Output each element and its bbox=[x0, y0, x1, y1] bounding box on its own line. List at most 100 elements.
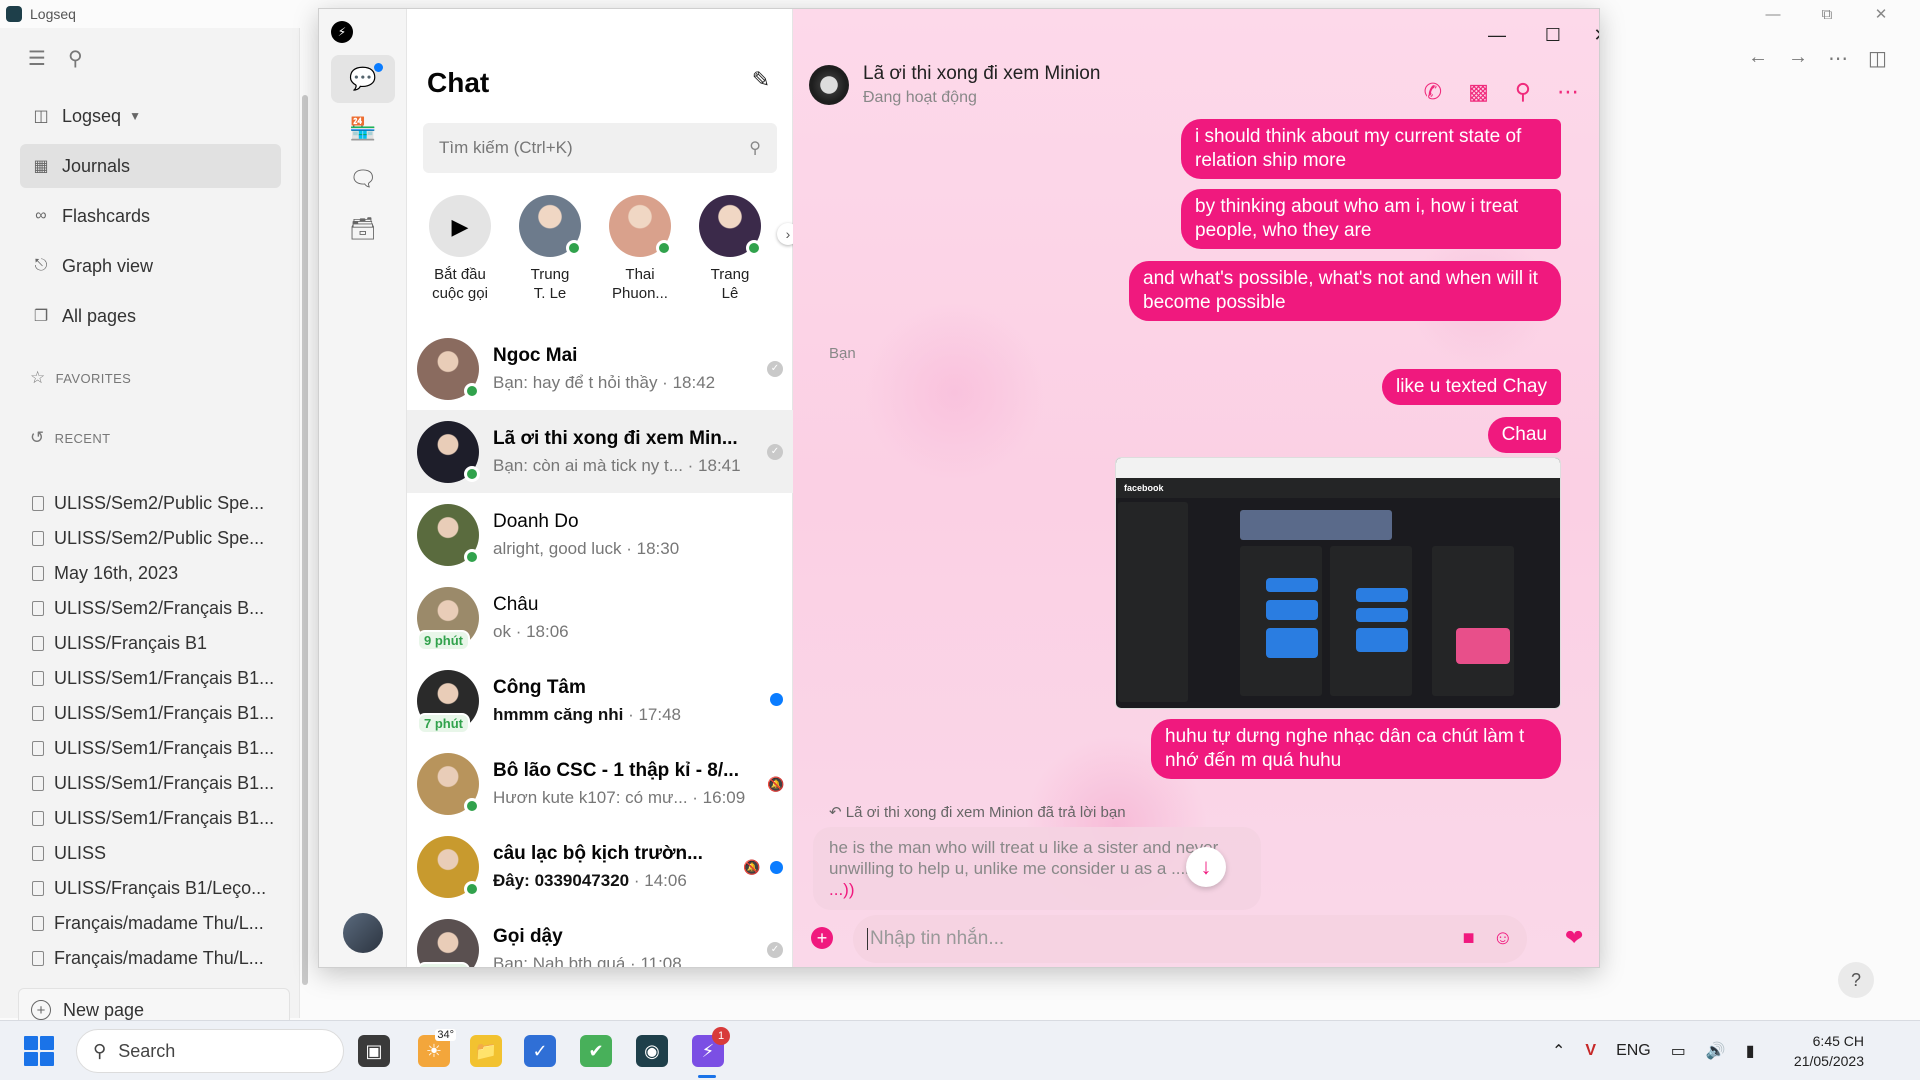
recent-page-item[interactable]: ULISS/Sem2/Public Spe... bbox=[32, 521, 282, 556]
app-icon-green[interactable]: ✔ bbox=[580, 1035, 612, 1067]
emoji-icon[interactable]: ☺ bbox=[1493, 927, 1513, 950]
active-contact[interactable]: Trung T. Le bbox=[511, 195, 589, 303]
page-icon bbox=[32, 811, 44, 826]
recent-page-item[interactable]: ULISS/Sem1/Français B1... bbox=[32, 766, 282, 801]
message-bubble[interactable]: huhu tự dưng nghe nhạc dân ca chút làm t… bbox=[1151, 719, 1561, 779]
sticker-icon[interactable]: ■ bbox=[1462, 927, 1474, 950]
messenger-taskbar-icon[interactable]: ⚡ 1 bbox=[692, 1027, 730, 1067]
more-icon[interactable]: ⋯ bbox=[1828, 46, 1848, 71]
conversation-item[interactable]: 7 phút Công Tâm hmmm căng nhi · 17:48 bbox=[407, 659, 793, 742]
battery-icon[interactable]: ▮ bbox=[1746, 1041, 1755, 1061]
chat-avatar[interactable] bbox=[809, 65, 849, 105]
phone-icon[interactable]: ✆ bbox=[1424, 79, 1442, 105]
conversation-snippet: Bạn: còn ai mà tick ny t... · 18:41 bbox=[493, 456, 755, 476]
message-bubble[interactable]: Chau bbox=[1487, 417, 1561, 453]
recent-page-item[interactable]: ULISS/Sem1/Français B1... bbox=[32, 661, 282, 696]
favorites-section[interactable]: ☆ FAVORITES bbox=[30, 368, 131, 388]
recent-label: RECENT bbox=[54, 430, 111, 446]
close-button[interactable]: ✕ bbox=[1856, 0, 1906, 28]
file-explorer-icon[interactable]: 📁 bbox=[470, 1035, 502, 1067]
recent-page-item[interactable]: ULISS/Sem1/Français B1... bbox=[32, 801, 282, 836]
recent-page-item[interactable]: ULISS/Français B1 bbox=[32, 626, 282, 661]
recent-page-item[interactable]: ULISS/Sem1/Français B1... bbox=[32, 731, 282, 766]
nav-flashcards[interactable]: ∞ Flashcards bbox=[20, 194, 281, 238]
language-indicator[interactable]: ENG bbox=[1616, 1042, 1651, 1060]
recent-page-item[interactable]: Français/madame Thu/L... bbox=[32, 941, 282, 976]
windows-start-button[interactable] bbox=[24, 1036, 54, 1066]
chat-header[interactable]: Lã ơi thi xong đi xem Minion Đang hoạt đ… bbox=[809, 63, 1100, 107]
network-icon[interactable]: ▭ bbox=[1671, 1041, 1686, 1061]
nav-journals[interactable]: ▦ Journals bbox=[20, 144, 281, 188]
active-contact[interactable]: Thai Phuon... bbox=[601, 195, 679, 303]
snippet-text: ok bbox=[493, 621, 511, 641]
nav-all-pages[interactable]: ❐ All pages bbox=[20, 294, 281, 338]
volume-icon[interactable]: 🔊 bbox=[1706, 1041, 1726, 1061]
add-attachment-icon[interactable]: + bbox=[811, 927, 833, 949]
taskbar-clock[interactable]: 6:45 CH 21/05/2023 bbox=[1778, 1031, 1864, 1071]
conversation-text: Lã ơi thi xong đi xem Min... Bạn: còn ai … bbox=[493, 428, 755, 476]
conversation-snippet: Hươn kute k107: có mư... · 16:09 bbox=[493, 788, 755, 808]
nav-graph-view[interactable]: ⎋ Graph view bbox=[20, 244, 281, 288]
recent-page-item[interactable]: ULISS/Sem2/Public Spe... bbox=[32, 486, 282, 521]
recent-page-item[interactable]: ULISS/Sem1/Français B1... bbox=[32, 696, 282, 731]
restore-button[interactable]: ⧉ bbox=[1802, 0, 1852, 28]
conversation-avatar bbox=[417, 337, 480, 400]
contact-avatar bbox=[699, 195, 762, 257]
recent-page-item[interactable]: ULISS/Français B1/Leço... bbox=[32, 871, 282, 906]
rail-marketplace-button[interactable]: 🏪 bbox=[331, 105, 395, 153]
back-arrow-icon[interactable]: ← bbox=[1748, 46, 1768, 71]
tray-app-icon[interactable]: V bbox=[1585, 1042, 1596, 1060]
shared-screenshot-image[interactable]: facebook bbox=[1115, 457, 1561, 709]
help-button[interactable]: ? bbox=[1838, 962, 1874, 998]
recent-page-item[interactable]: ULISS bbox=[32, 836, 282, 871]
message-bubble[interactable]: i should think about my current state of… bbox=[1181, 119, 1561, 179]
self-avatar[interactable] bbox=[343, 913, 383, 953]
conversation-item[interactable]: Ngoc Mai Bạn: hay để t hỏi thầy · 18:42 ✓ bbox=[407, 327, 793, 410]
conversation-item[interactable]: 9 phút Châu ok · 18:06 bbox=[407, 576, 793, 659]
recent-page-item[interactable]: ULISS/Sem2/Français B... bbox=[32, 591, 282, 626]
taskbar-search[interactable]: ⚲ Search bbox=[76, 1029, 344, 1073]
story-label-line2: T. Le bbox=[533, 285, 567, 302]
search-icon[interactable]: ⚲ bbox=[68, 46, 83, 71]
forward-arrow-icon[interactable]: → bbox=[1788, 46, 1808, 71]
rail-archive-button[interactable]: 🗃 bbox=[331, 205, 395, 253]
conversation-item[interactable]: Bô lão CSC - 1 thập kỉ - 8/... Hươn kute … bbox=[407, 742, 793, 825]
scroll-to-bottom-button[interactable]: ↓ bbox=[1186, 847, 1226, 887]
sidebar-scrollbar[interactable] bbox=[302, 95, 308, 985]
minimize-button[interactable]: — bbox=[1469, 17, 1525, 53]
conversation-text: câu lạc bộ kịch trườn... Đây: 0339047320 … bbox=[493, 843, 755, 891]
rail-chats-button[interactable]: 💬 bbox=[331, 55, 395, 103]
video-call-icon[interactable]: ▩ bbox=[1468, 79, 1489, 105]
weather-widget-icon[interactable]: ☀ 34° bbox=[418, 1029, 456, 1067]
right-sidebar-toggle-icon[interactable]: ◫ bbox=[1868, 46, 1887, 71]
search-icon[interactable]: ⚲ bbox=[1515, 79, 1531, 105]
task-view-icon[interactable]: ▣ bbox=[358, 1035, 390, 1067]
close-button[interactable]: ✕ bbox=[1573, 17, 1599, 53]
more-icon[interactable]: ⋯ bbox=[1557, 79, 1579, 105]
recent-page-item[interactable]: May 16th, 2023 bbox=[32, 556, 282, 591]
minimize-button[interactable]: — bbox=[1748, 0, 1798, 28]
sidebar-top-icons: ☰ ⚲ bbox=[28, 46, 83, 71]
menu-icon[interactable]: ☰ bbox=[28, 46, 46, 71]
recent-page-item[interactable]: Français/madame Thu/L... bbox=[32, 906, 282, 941]
todo-app-icon[interactable]: ✓ bbox=[524, 1035, 556, 1067]
message-bubble[interactable]: and what's possible, what's not and when… bbox=[1129, 261, 1561, 321]
conversation-item[interactable]: câu lạc bộ kịch trườn... Đây: 0339047320 … bbox=[407, 825, 793, 908]
conversation-item[interactable]: 6 phút Gọi dậy Bạn: Nah bth quá · 11:08 ✓ bbox=[407, 908, 793, 967]
compose-icon[interactable]: ✎ bbox=[747, 67, 775, 95]
graph-selector[interactable]: ◫ Logseq ▼ bbox=[20, 94, 281, 138]
search-input[interactable]: Tìm kiếm (Ctrl+K) ⚲ bbox=[423, 123, 777, 173]
logseq-taskbar-icon[interactable]: ◉ bbox=[636, 1035, 668, 1067]
message-bubble[interactable]: by thinking about who am i, how i treat … bbox=[1181, 189, 1561, 249]
message-input[interactable]: Nhập tin nhắn... ■ ☺ bbox=[853, 915, 1527, 963]
message-bubble[interactable]: like u texted Chay bbox=[1381, 369, 1561, 405]
chevron-up-icon[interactable]: ⌃ bbox=[1552, 1041, 1565, 1061]
heart-reaction-icon[interactable]: ❤ bbox=[1565, 925, 1583, 951]
conversation-item[interactable]: Doanh Do alright, good luck · 18:30 bbox=[407, 493, 793, 576]
rail-requests-button[interactable]: 🗨 bbox=[331, 155, 395, 203]
active-contact[interactable]: Trang Lê bbox=[691, 195, 769, 303]
conversation-item[interactable]: Lã ơi thi xong đi xem Min... Bạn: còn ai … bbox=[407, 410, 793, 493]
conversation-text: Doanh Do alright, good luck · 18:30 bbox=[493, 511, 755, 559]
start-call-story[interactable]: ▶ Bắt đầu cuộc gọi bbox=[421, 195, 499, 303]
recent-section[interactable]: ↺ RECENT bbox=[30, 428, 111, 448]
